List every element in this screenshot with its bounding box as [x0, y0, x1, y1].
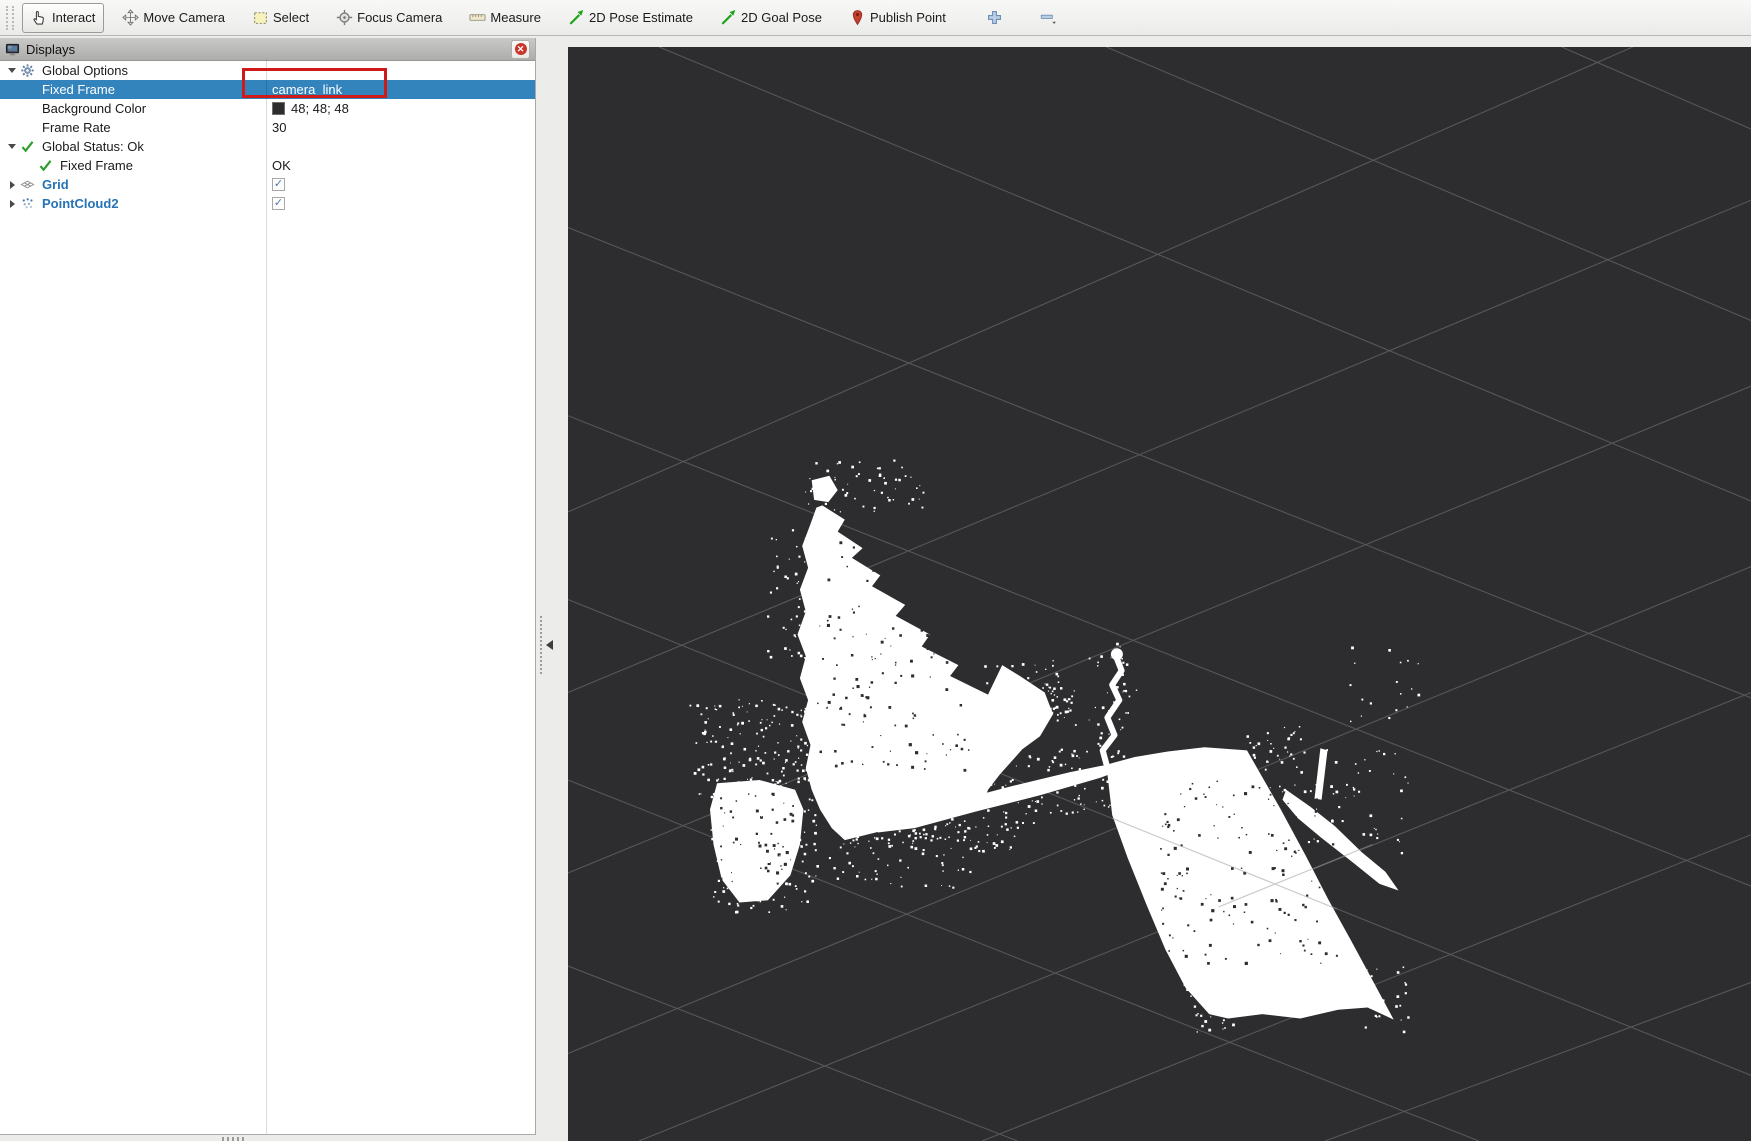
- property-value-text: camera_link: [272, 82, 342, 97]
- property-name-cell: Background Color: [0, 99, 266, 118]
- tree-row-background-color[interactable]: Background Color 48; 48; 48: [0, 99, 535, 118]
- displays-panel-header[interactable]: Displays ✕: [0, 38, 535, 61]
- green-arrow-icon: [720, 9, 737, 26]
- tool-2d-goal-pose[interactable]: 2D Goal Pose: [711, 3, 831, 33]
- displays-panel: Displays ✕ Global Options Fixed Frame came…: [0, 38, 536, 1135]
- tool-label: Publish Point: [870, 10, 946, 25]
- tool-select[interactable]: Select: [243, 3, 318, 33]
- tool-publish-point[interactable]: Publish Point: [840, 3, 955, 33]
- tree-row-pointcloud2[interactable]: PointCloud2 ✓: [0, 194, 535, 213]
- remove-tool-minus-icon: [1040, 9, 1057, 26]
- property-label: Fixed Frame: [60, 158, 133, 173]
- property-value-cell[interactable]: [266, 137, 535, 156]
- pointcloud-dots-icon: [20, 196, 42, 211]
- property-value-text: OK: [272, 158, 291, 173]
- tool-label: 2D Pose Estimate: [589, 10, 693, 25]
- tool-add-tool-plus[interactable]: [980, 3, 1009, 33]
- property-value-cell[interactable]: camera_link: [266, 80, 535, 99]
- add-tool-plus-icon: [986, 9, 1003, 26]
- property-value-cell[interactable]: ✓: [266, 194, 535, 213]
- tool-label: Interact: [52, 10, 95, 25]
- property-label: Global Status: Ok: [42, 139, 144, 154]
- tool-focus-camera[interactable]: Focus Camera: [327, 3, 451, 33]
- property-name-cell: Global Options: [0, 61, 266, 80]
- tree-row-fixed-frame[interactable]: Fixed Frame OK: [0, 156, 535, 175]
- check-green-icon: [20, 139, 42, 154]
- property-label: PointCloud2: [42, 196, 119, 211]
- property-name-cell: Grid: [0, 175, 266, 194]
- expander-down-icon[interactable]: [8, 68, 16, 73]
- tree-column-divider[interactable]: [266, 60, 267, 1134]
- displays-tree: Global Options Fixed Frame camera_link Back…: [0, 61, 535, 213]
- expander-right-icon[interactable]: [10, 181, 15, 189]
- green-arrow-icon: [568, 9, 585, 26]
- tool-label: Move Camera: [143, 10, 225, 25]
- tool-interact[interactable]: Interact: [22, 3, 104, 33]
- monitor-icon: [5, 42, 20, 57]
- property-name-cell: Fixed Frame: [0, 156, 266, 175]
- selection-box-icon: [252, 9, 269, 26]
- tool-label: Measure: [490, 10, 541, 25]
- panel-collapse-arrow-icon[interactable]: [546, 640, 553, 650]
- tree-row-global-status-ok[interactable]: Global Status: Ok: [0, 137, 535, 156]
- property-label: Background Color: [42, 101, 146, 116]
- hand-cursor-icon: [31, 9, 48, 26]
- check-green-icon: [38, 158, 60, 173]
- tool-move-camera[interactable]: Move Camera: [113, 3, 234, 33]
- property-label: Global Options: [42, 63, 128, 78]
- ruler-icon: [469, 9, 486, 26]
- enabled-checkbox[interactable]: ✓: [272, 178, 285, 191]
- close-icon: ✕: [515, 43, 527, 55]
- map-pin-icon: [849, 9, 866, 26]
- property-name-cell: Fixed Frame: [0, 80, 266, 99]
- property-label: Fixed Frame: [42, 82, 115, 97]
- tree-row-global-options[interactable]: Global Options: [0, 61, 535, 80]
- property-value-cell[interactable]: ✓: [266, 175, 535, 194]
- gear-icon: [20, 63, 42, 78]
- property-value-text: 30: [272, 120, 286, 135]
- toolbar: Interact Move Camera Select Focus Camera Mea…: [0, 0, 1751, 36]
- panel-splitter-handle[interactable]: [540, 616, 545, 674]
- crosshair-icon: [336, 9, 353, 26]
- grid-diamond-icon: [20, 177, 42, 192]
- property-value-cell[interactable]: 48; 48; 48: [266, 99, 535, 118]
- tree-row-fixed-frame[interactable]: Fixed Frame camera_link: [0, 80, 535, 99]
- toolbar-drag-handle[interactable]: [6, 6, 14, 30]
- tree-row-grid[interactable]: Grid ✓: [0, 175, 535, 194]
- property-label: Grid: [42, 177, 69, 192]
- tool-measure[interactable]: Measure: [460, 3, 550, 33]
- move-arrows-icon: [122, 9, 139, 26]
- panel-bottom-resize-handle[interactable]: [222, 1137, 246, 1141]
- tool-label: Focus Camera: [357, 10, 442, 25]
- tool-label: 2D Goal Pose: [741, 10, 822, 25]
- expander-right-icon[interactable]: [10, 200, 15, 208]
- property-name-cell: Global Status: Ok: [0, 137, 266, 156]
- property-value-cell[interactable]: [266, 61, 535, 80]
- property-name-cell: Frame Rate: [0, 118, 266, 137]
- property-value-cell[interactable]: 30: [266, 118, 535, 137]
- tool-2d-pose-estimate[interactable]: 2D Pose Estimate: [559, 3, 702, 33]
- property-label: Frame Rate: [42, 120, 111, 135]
- enabled-checkbox[interactable]: ✓: [272, 197, 285, 210]
- expander-down-icon[interactable]: [8, 144, 16, 149]
- tree-row-frame-rate[interactable]: Frame Rate 30: [0, 118, 535, 137]
- tool-remove-tool-minus[interactable]: [1034, 3, 1063, 33]
- panel-title: Displays: [26, 42, 511, 57]
- property-value-cell[interactable]: OK: [266, 156, 535, 175]
- property-name-cell: PointCloud2: [0, 194, 266, 213]
- 3d-viewport[interactable]: [568, 47, 1751, 1141]
- color-swatch[interactable]: [272, 102, 285, 115]
- tool-label: Select: [273, 10, 309, 25]
- rviz-window: Interact Move Camera Select Focus Camera Mea…: [0, 0, 1751, 1141]
- property-value-text: 48; 48; 48: [291, 101, 349, 116]
- scene-background: [568, 47, 1751, 1141]
- close-panel-button[interactable]: ✕: [511, 40, 530, 59]
